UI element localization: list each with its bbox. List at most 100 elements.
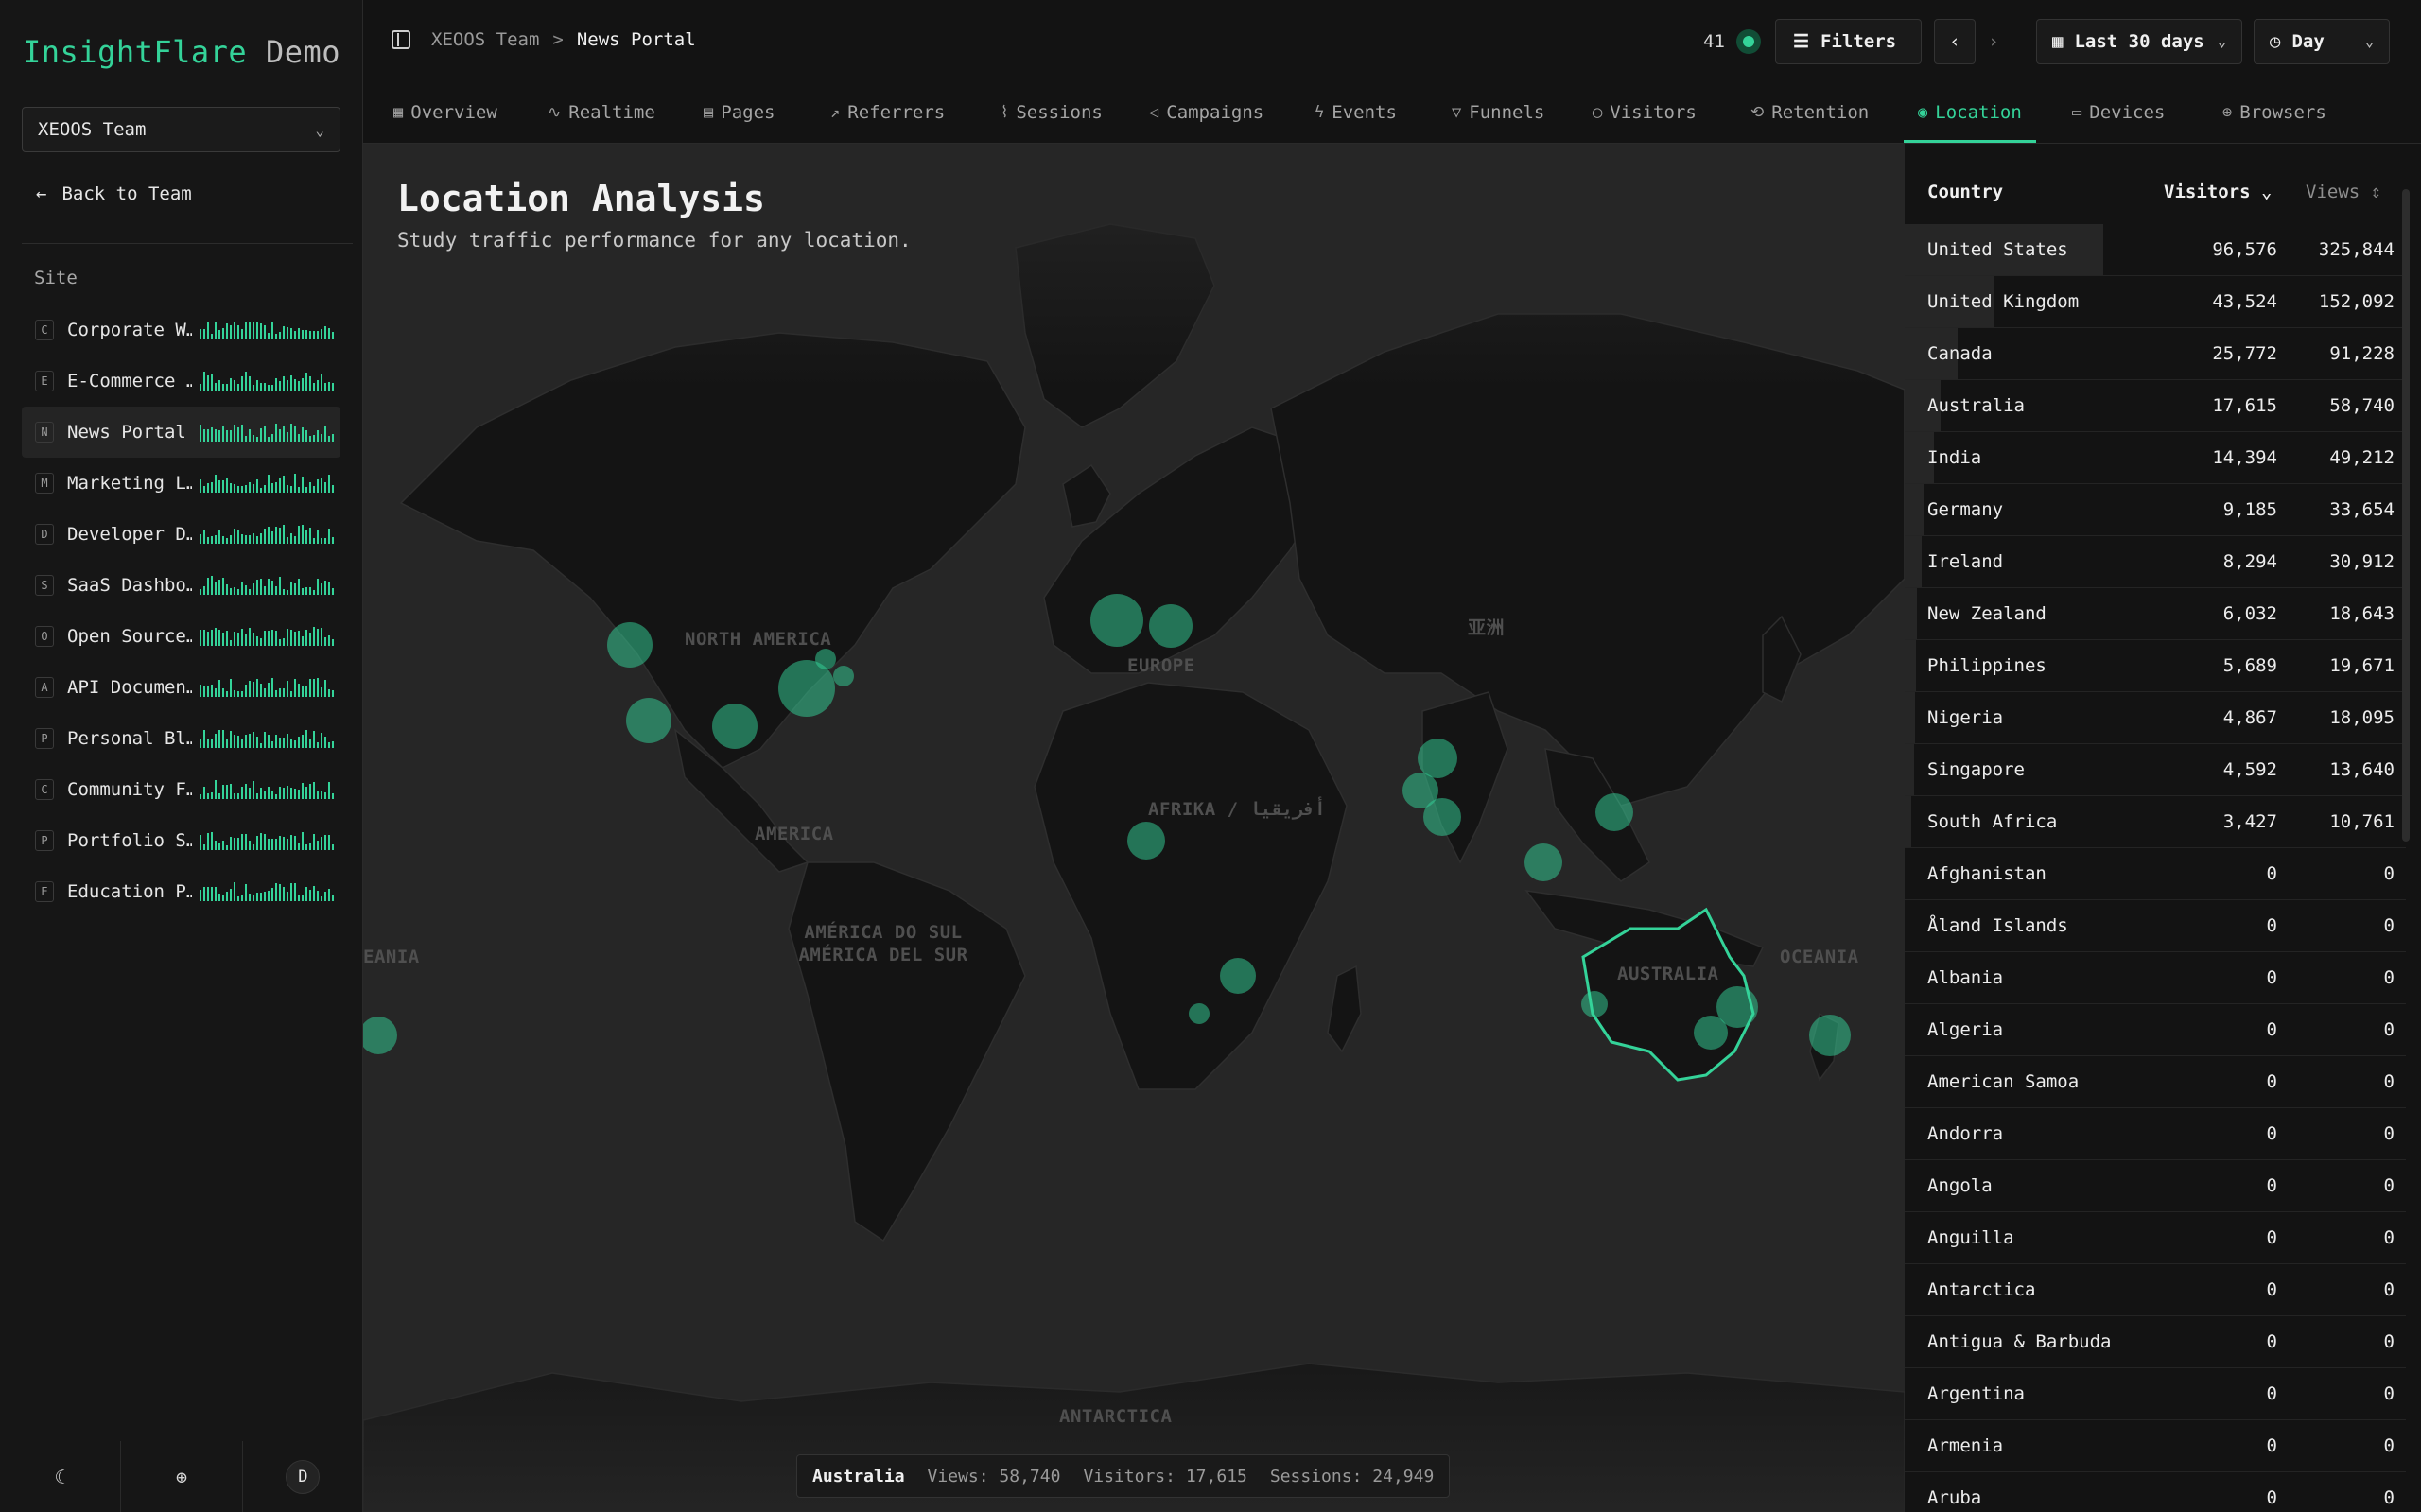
country-table: Country Visitors ⌄ Views ⇕ United States… (1905, 144, 2421, 1512)
table-row[interactable]: Nigeria 4,867 18,095 (1905, 692, 2406, 744)
column-header-country[interactable]: Country (1927, 182, 2003, 202)
table-row[interactable]: Argentina 0 0 (1905, 1368, 2406, 1420)
visitor-bubble[interactable] (1127, 822, 1165, 860)
site-item[interactable]: D Developer D… (22, 509, 340, 560)
table-row[interactable]: Aruba 0 0 (1905, 1472, 2406, 1512)
breadcrumb-team[interactable]: XEOOS Team (431, 29, 539, 50)
site-item[interactable]: C Corporate W… (22, 304, 340, 356)
table-row[interactable]: New Zealand 6,032 18,643 (1905, 588, 2406, 640)
tab-devices[interactable]: ▭ Devices (2072, 102, 2165, 123)
tab-funnels[interactable]: ▽ Funnels (1452, 102, 1544, 123)
site-item[interactable]: P Portfolio S… (22, 815, 340, 866)
visitor-bubble[interactable] (363, 1017, 397, 1054)
live-dot-icon (1735, 29, 1761, 54)
date-range-select[interactable]: ▦ Last 30 days ⌄ (2036, 19, 2242, 64)
tab-campaigns[interactable]: ◁ Campaigns (1149, 102, 1263, 123)
filters-button[interactable]: ☰ Filters (1775, 19, 1922, 64)
row-views: 19,671 (2329, 655, 2395, 676)
visitor-bubble[interactable] (1189, 1003, 1210, 1024)
site-item[interactable]: S SaaS Dashbo… (22, 560, 340, 611)
visitor-bubble[interactable] (1524, 843, 1562, 881)
brand-logo[interactable]: InsightFlare Demo (23, 34, 340, 70)
sparkline-bar (253, 385, 254, 391)
table-row[interactable]: Ireland 8,294 30,912 (1905, 536, 2406, 588)
table-row[interactable]: Australia 17,615 58,740 (1905, 380, 2406, 432)
site-item[interactable]: E E-Commerce … (22, 356, 340, 407)
table-row[interactable]: Canada 25,772 91,228 (1905, 328, 2406, 380)
user-menu-button[interactable]: D (243, 1441, 363, 1512)
visitor-bubble[interactable] (1090, 594, 1143, 647)
table-row[interactable]: Antigua & Barbuda 0 0 (1905, 1316, 2406, 1368)
table-row[interactable]: Algeria 0 0 (1905, 1004, 2406, 1056)
page-title: Location Analysis (397, 178, 765, 219)
tab-location[interactable]: ◉ Location (1918, 102, 2022, 123)
megaphone-icon: ◁ (1149, 103, 1159, 122)
table-row[interactable]: Armenia 0 0 (1905, 1420, 2406, 1472)
visitor-bubble[interactable] (1581, 991, 1608, 1017)
table-row[interactable]: Singapore 4,592 13,640 (1905, 744, 2406, 796)
site-item[interactable]: A API Documen… (22, 662, 340, 713)
table-row[interactable]: Åland Islands 0 0 (1905, 900, 2406, 952)
world-map[interactable]: NORTH AMERICA EUROPE 亚洲 AFRIKA / أفريقيا… (363, 144, 1905, 1512)
tab-referrers[interactable]: ↗ Referrers (830, 102, 945, 123)
visitor-bubble[interactable] (1423, 798, 1461, 836)
back-to-team-link[interactable]: ← Back to Team (36, 183, 192, 204)
visitor-bubble[interactable] (1220, 958, 1256, 994)
table-row[interactable]: American Samoa 0 0 (1905, 1056, 2406, 1108)
table-row[interactable]: Afghanistan 0 0 (1905, 848, 2406, 900)
tab-events[interactable]: ϟ Events (1315, 102, 1397, 123)
table-row[interactable]: India 14,394 49,212 (1905, 432, 2406, 484)
sidebar-toggle-icon[interactable] (392, 30, 410, 49)
visitor-bubble[interactable] (1418, 739, 1457, 778)
granularity-select[interactable]: ◷ Day ⌄ (2254, 19, 2390, 64)
site-item[interactable]: M Marketing L… (22, 458, 340, 509)
site-item[interactable]: N News Portal (22, 407, 340, 458)
tab-realtime[interactable]: ∿ Realtime (548, 102, 655, 123)
table-row[interactable]: Philippines 5,689 19,671 (1905, 640, 2406, 692)
visitor-bubble[interactable] (607, 622, 653, 668)
table-row[interactable]: Antarctica 0 0 (1905, 1264, 2406, 1316)
table-row[interactable]: South Africa 3,427 10,761 (1905, 796, 2406, 848)
sparkline-bar (302, 636, 304, 646)
site-item[interactable]: C Community F… (22, 764, 340, 815)
sparkline-bar (237, 530, 239, 544)
column-header-views[interactable]: Views ⇕ (2306, 182, 2381, 202)
table-row[interactable]: Angola 0 0 (1905, 1160, 2406, 1212)
tab-visitors[interactable]: ◯ Visitors (1593, 102, 1697, 123)
table-scrollbar[interactable] (2402, 189, 2410, 842)
table-row[interactable]: Albania 0 0 (1905, 952, 2406, 1004)
tab-retention[interactable]: ⟲ Retention (1750, 102, 1869, 123)
table-row[interactable]: Germany 9,185 33,654 (1905, 484, 2406, 536)
visitor-bubble[interactable] (1694, 1016, 1728, 1050)
sparkline-bar (253, 844, 254, 850)
next-period-button[interactable]: › (1980, 19, 2007, 64)
visitor-bubble[interactable] (1809, 1015, 1851, 1056)
previous-period-button[interactable]: ‹ (1934, 19, 1976, 64)
visitor-bubble[interactable] (712, 704, 758, 749)
table-row[interactable]: United Kingdom 43,524 152,092 (1905, 276, 2406, 328)
row-visitors: 5,689 (2222, 655, 2277, 676)
tab-pages[interactable]: ▤ Pages (704, 102, 775, 123)
visitor-bubble[interactable] (1595, 793, 1633, 831)
table-row[interactable]: United States 96,576 325,844 (1905, 224, 2406, 276)
row-visitors: 4,867 (2222, 707, 2277, 728)
visitor-bubble[interactable] (1149, 604, 1193, 648)
visitor-bubble[interactable] (815, 649, 836, 669)
visitor-bubble[interactable] (626, 698, 671, 743)
sparkline-bar (268, 631, 270, 646)
visitor-bubble[interactable] (833, 666, 854, 686)
site-item[interactable]: P Personal Bl… (22, 713, 340, 764)
theme-toggle-button[interactable]: ☾ (0, 1441, 122, 1512)
site-item[interactable]: E Education P… (22, 866, 340, 917)
table-row[interactable]: Anguilla 0 0 (1905, 1212, 2406, 1264)
column-header-visitors[interactable]: Visitors ⌄ (2164, 182, 2272, 202)
tab-sessions[interactable]: ⌇ Sessions (1001, 102, 1103, 123)
table-row[interactable]: Andorra 0 0 (1905, 1108, 2406, 1160)
tab-browsers[interactable]: ⊕ Browsers (2222, 102, 2326, 123)
sparkline-bar (313, 627, 315, 646)
row-country: Algeria (1927, 1019, 2004, 1040)
language-button[interactable]: ⊕ (121, 1441, 243, 1512)
tab-overview[interactable]: ▦ Overview (393, 102, 497, 123)
team-select[interactable]: XEOOS Team ⌄ (22, 107, 340, 152)
site-item[interactable]: O Open Source… (22, 611, 340, 662)
